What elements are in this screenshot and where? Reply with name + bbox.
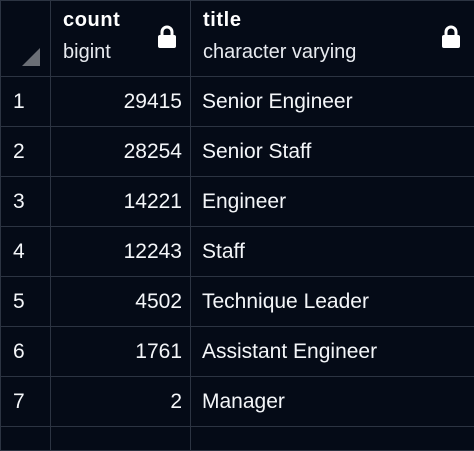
column-header-count[interactable]: count bigint xyxy=(51,1,191,77)
row-number[interactable]: 4 xyxy=(1,227,51,277)
cell-count[interactable]: 2 xyxy=(51,377,191,427)
empty-cell xyxy=(1,427,51,451)
cell-count[interactable]: 28254 xyxy=(51,127,191,177)
cell-title[interactable]: Technique Leader xyxy=(191,277,474,327)
cell-count[interactable]: 14221 xyxy=(51,177,191,227)
lock-icon xyxy=(156,25,178,49)
row-number[interactable]: 5 xyxy=(1,277,51,327)
table-row[interactable]: 1 29415 Senior Engineer xyxy=(1,77,474,127)
row-number[interactable]: 7 xyxy=(1,377,51,427)
cell-count[interactable]: 4502 xyxy=(51,277,191,327)
header-row: count bigint title character varying xyxy=(1,1,474,77)
cell-count[interactable]: 1761 xyxy=(51,327,191,377)
row-number[interactable]: 6 xyxy=(1,327,51,377)
cell-title[interactable]: Manager xyxy=(191,377,474,427)
column-type-count: bigint xyxy=(63,41,111,64)
cell-title[interactable]: Engineer xyxy=(191,177,474,227)
empty-cell xyxy=(191,427,474,451)
empty-cell xyxy=(51,427,191,451)
lock-icon xyxy=(440,25,462,49)
table-row[interactable]: 3 14221 Engineer xyxy=(1,177,474,227)
row-number[interactable]: 3 xyxy=(1,177,51,227)
select-all-corner[interactable] xyxy=(1,1,51,77)
table-row[interactable]: 6 1761 Assistant Engineer xyxy=(1,327,474,377)
row-number[interactable]: 2 xyxy=(1,127,51,177)
column-name-title: title xyxy=(203,9,242,32)
cell-title[interactable]: Senior Engineer xyxy=(191,77,474,127)
column-type-title: character varying xyxy=(203,41,356,64)
column-header-title[interactable]: title character varying xyxy=(191,1,474,77)
cell-title[interactable]: Senior Staff xyxy=(191,127,474,177)
table-row[interactable]: 2 28254 Senior Staff xyxy=(1,127,474,177)
cell-title[interactable]: Assistant Engineer xyxy=(191,327,474,377)
table-row[interactable]: 5 4502 Technique Leader xyxy=(1,277,474,327)
cell-title[interactable]: Staff xyxy=(191,227,474,277)
empty-grid-area xyxy=(1,427,474,451)
cell-count[interactable]: 12243 xyxy=(51,227,191,277)
table-row[interactable]: 7 2 Manager xyxy=(1,377,474,427)
query-results-grid: count bigint title character varying 1 2… xyxy=(0,0,474,451)
row-number[interactable]: 1 xyxy=(1,77,51,127)
select-all-icon xyxy=(22,48,40,66)
column-name-count: count xyxy=(63,9,120,32)
cell-count[interactable]: 29415 xyxy=(51,77,191,127)
table-row[interactable]: 4 12243 Staff xyxy=(1,227,474,277)
